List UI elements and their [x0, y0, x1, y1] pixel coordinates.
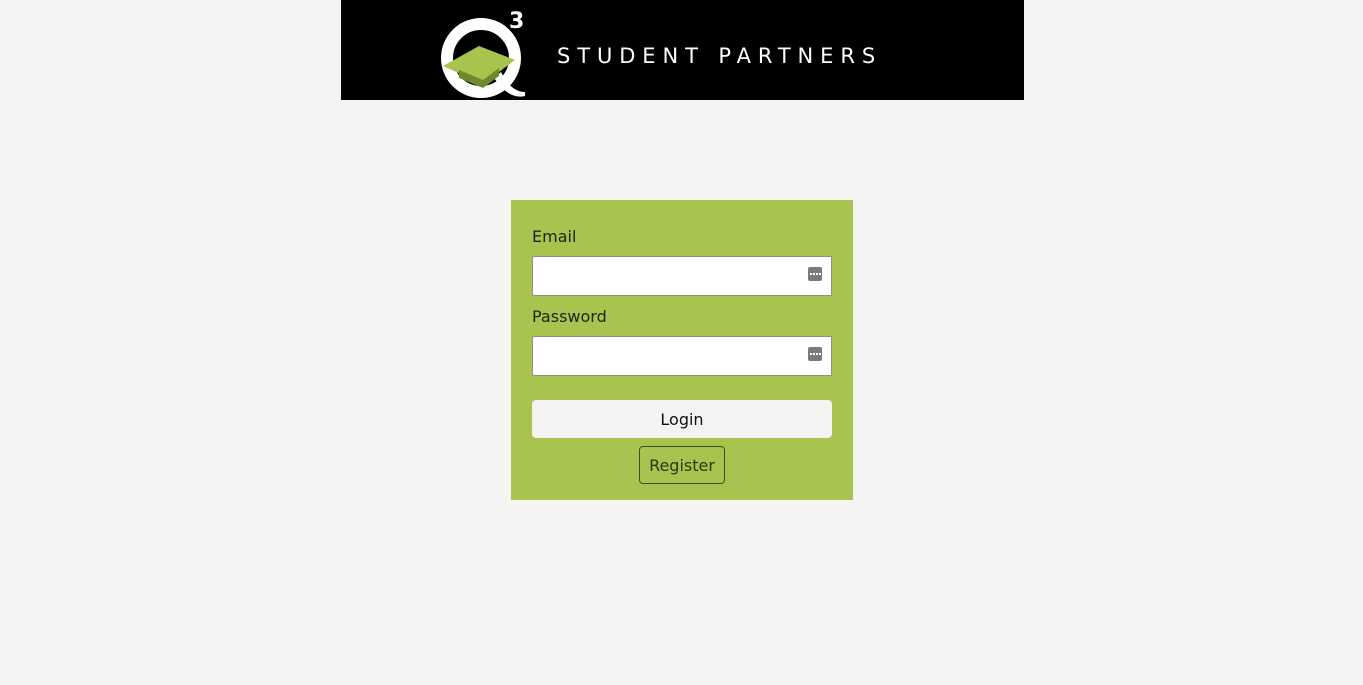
login-button[interactable]: Login	[532, 400, 832, 438]
password-input[interactable]	[533, 337, 809, 373]
password-field-wrapper	[532, 336, 832, 376]
password-manager-icon[interactable]	[808, 267, 822, 281]
register-button[interactable]: Register	[639, 446, 725, 484]
login-panel: Email Password Login Register	[511, 200, 853, 500]
email-label: Email	[532, 227, 577, 246]
password-manager-icon[interactable]	[808, 347, 822, 361]
email-input[interactable]	[533, 257, 809, 293]
brand-name: STUDENT PARTNERS	[557, 44, 883, 68]
q3-logo: 3	[441, 9, 525, 98]
logo-superscript: 3	[509, 9, 524, 34]
header-banner: 3 STUDENT PARTNERS	[341, 0, 1024, 100]
password-label: Password	[532, 307, 607, 326]
email-field-wrapper	[532, 256, 832, 296]
